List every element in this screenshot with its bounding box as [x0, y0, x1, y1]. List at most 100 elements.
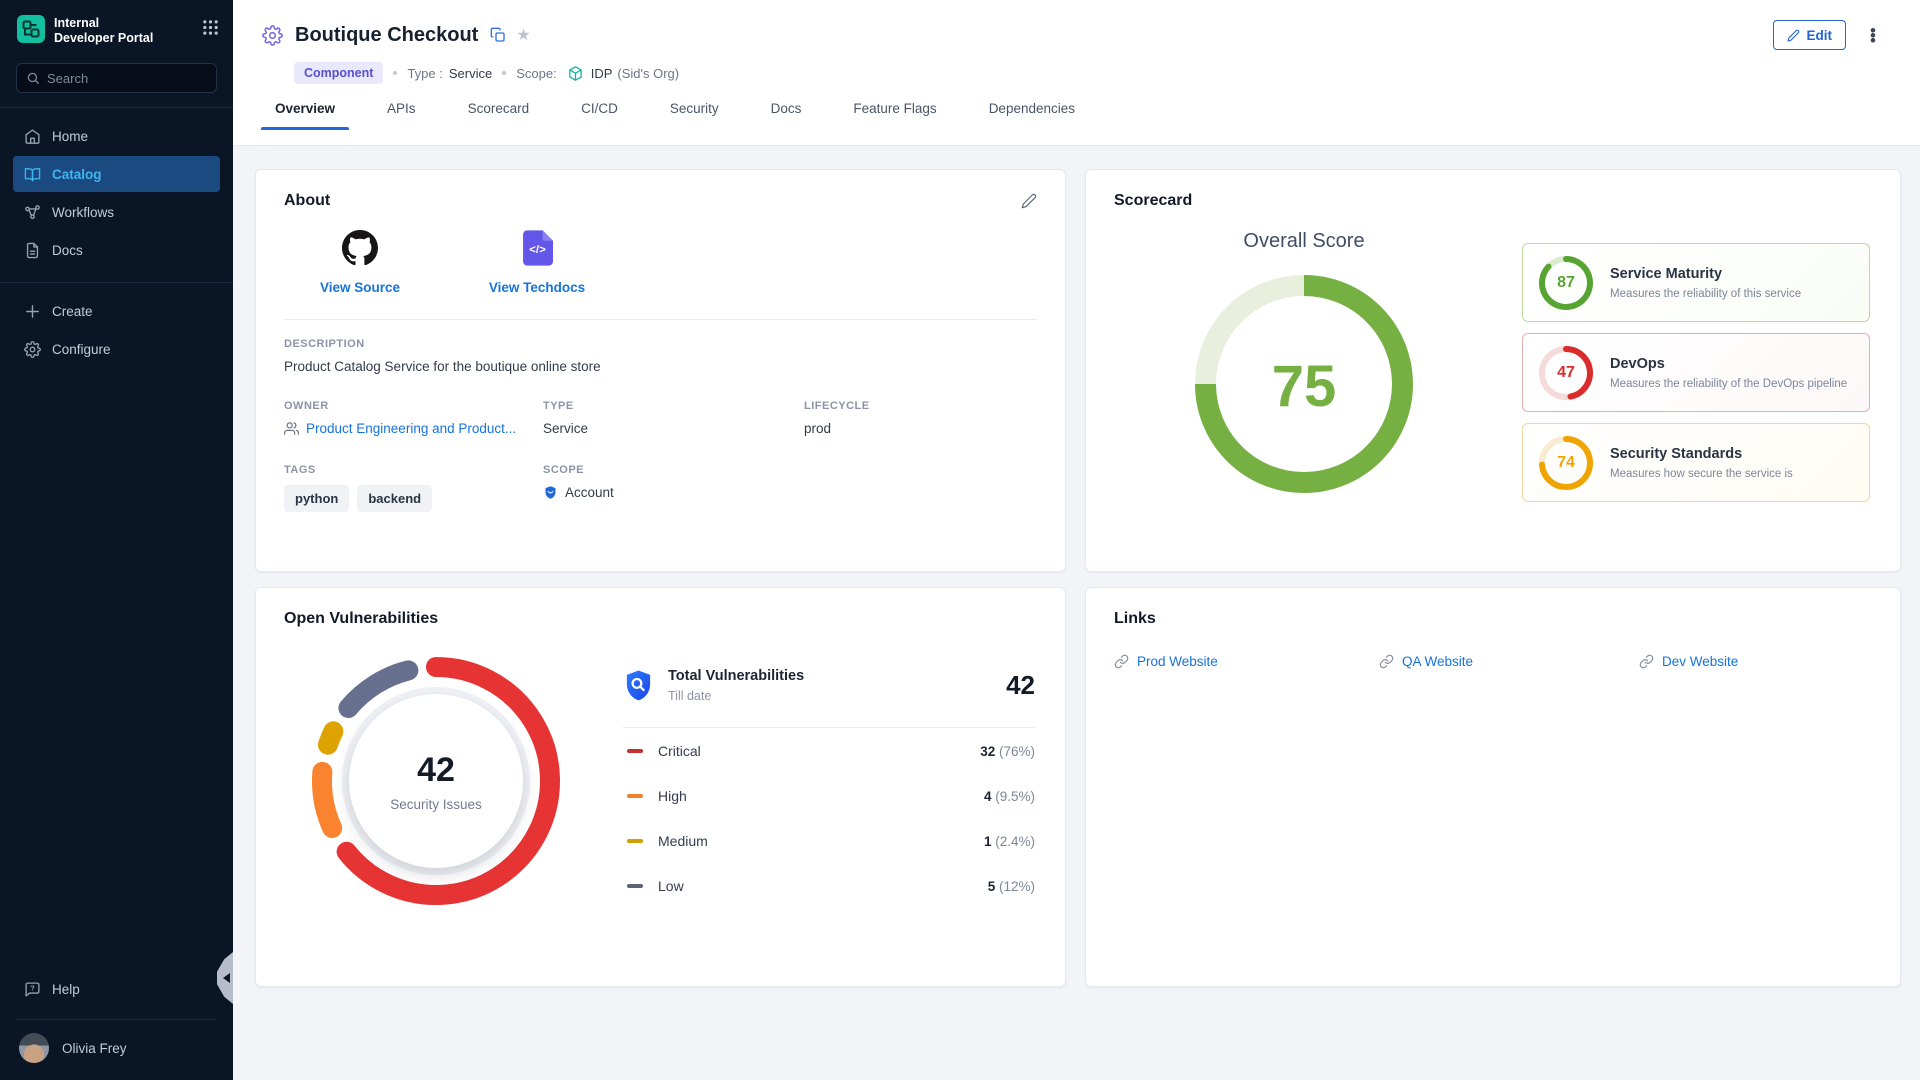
link-icon — [1379, 654, 1394, 669]
divider — [0, 282, 233, 283]
total-vulnerabilities-value: 42 — [1006, 670, 1035, 701]
dot-separator — [502, 71, 506, 75]
vulnerabilities-title: Open Vulnerabilities — [284, 610, 438, 628]
score-desc: Measures how secure the service is — [1610, 468, 1793, 480]
content-area: About View Source </> View Techdocs — [233, 146, 1920, 1080]
help-icon: ? — [24, 981, 41, 998]
legend-row-low: Low 5 (12%) — [623, 863, 1035, 908]
sidebar-item-docs[interactable]: Docs — [13, 232, 220, 268]
tab-scorecard[interactable]: Scorecard — [454, 101, 544, 129]
component-gear-icon — [262, 25, 283, 46]
pencil-icon — [1787, 29, 1800, 42]
sidebar-item-label: Configure — [52, 342, 111, 357]
type-value: Service — [449, 66, 492, 81]
link-icon — [1639, 654, 1654, 669]
sidebar-item-workflows[interactable]: Workflows — [13, 194, 220, 230]
edit-about-icon[interactable] — [1021, 193, 1037, 209]
gear-icon — [24, 341, 41, 358]
overall-score-gauge: 75 — [1195, 275, 1413, 498]
legend-swatch — [627, 884, 643, 889]
sidebar-item-help[interactable]: ? Help — [13, 971, 220, 1007]
kind-badge: Component — [294, 62, 383, 84]
sidebar-item-label: Workflows — [52, 205, 114, 220]
page-header: Boutique Checkout ★ Edit ••• Component T… — [233, 0, 1920, 146]
sidebar-item-label: Create — [52, 304, 93, 319]
sidebar-item-label: Docs — [52, 243, 83, 258]
score-name: DevOps — [1610, 356, 1847, 372]
description-label: DESCRIPTION — [284, 338, 1037, 350]
sidebar-item-home[interactable]: Home — [13, 118, 220, 154]
tab-feature-flags[interactable]: Feature Flags — [839, 101, 950, 129]
copy-icon[interactable] — [490, 27, 506, 43]
tab-apis[interactable]: APIs — [373, 101, 430, 129]
docs-icon — [24, 242, 41, 259]
sidebar-item-label: Catalog — [52, 167, 102, 182]
catalog-icon — [24, 166, 41, 183]
tag-chip[interactable]: backend — [357, 485, 432, 512]
svg-text:?: ? — [30, 984, 34, 992]
scorecard-item-service-maturity[interactable]: 87 Service Maturity Measures the reliabi… — [1522, 243, 1870, 322]
chevron-left-icon — [223, 973, 230, 983]
link-qa-website[interactable]: QA Website — [1379, 654, 1639, 669]
users-icon — [284, 421, 299, 436]
scope-label: Scope: — [516, 66, 556, 81]
sidebar-item-create[interactable]: Create — [13, 293, 220, 329]
logo-row: Internal Developer Portal — [0, 0, 233, 46]
view-source-link[interactable]: View Source — [300, 230, 420, 295]
page-title: Boutique Checkout — [295, 24, 478, 47]
sidebar-item-configure[interactable]: Configure — [13, 331, 220, 367]
user-menu[interactable]: Olivia Frey — [0, 1020, 233, 1080]
tab-cicd[interactable]: CI/CD — [567, 101, 632, 129]
tab-dependencies[interactable]: Dependencies — [975, 101, 1089, 129]
sidebar-search[interactable] — [16, 63, 217, 93]
scorecard-card: Scorecard Overall Score 75 87 — [1085, 169, 1901, 572]
legend-row-high: High 4 (9.5%) — [623, 773, 1035, 818]
github-icon — [342, 230, 378, 266]
plus-icon — [24, 303, 41, 320]
score-value: 47 — [1539, 346, 1593, 400]
sidebar-item-catalog[interactable]: Catalog — [13, 156, 220, 192]
sidebar-bottom: ? Help Olivia Frey — [0, 969, 233, 1080]
shield-search-icon — [623, 669, 654, 703]
edit-button[interactable]: Edit — [1773, 20, 1847, 50]
scope-cube-icon — [567, 65, 584, 82]
sidebar-item-label: Help — [52, 982, 80, 997]
favorite-star-icon[interactable]: ★ — [516, 25, 530, 45]
score-name: Service Maturity — [1610, 266, 1801, 282]
type-label: Type : — [407, 66, 442, 81]
owner-value: Product Engineering and Product... — [306, 421, 516, 436]
link-icon — [1114, 654, 1129, 669]
link-dev-website[interactable]: Dev Website — [1639, 654, 1872, 669]
app-window: Internal Developer Portal Home Catalog W… — [0, 0, 1920, 1080]
techdocs-icon: </> — [522, 230, 553, 266]
tab-overview[interactable]: Overview — [261, 101, 349, 129]
owner-label: OWNER — [284, 400, 543, 412]
dot-separator — [393, 71, 397, 75]
view-techdocs-link[interactable]: </> View Techdocs — [477, 230, 597, 295]
scorecard-item-devops[interactable]: 47 DevOps Measures the reliability of th… — [1522, 333, 1870, 412]
score-desc: Measures the reliability of this service — [1610, 288, 1801, 300]
lifecycle-label: LIFECYCLE — [804, 400, 1037, 412]
tag-chip[interactable]: python — [284, 485, 349, 512]
app-switcher-icon[interactable] — [202, 19, 219, 36]
search-input[interactable] — [47, 71, 197, 86]
links-title: Links — [1114, 610, 1156, 628]
score-name: Security Standards — [1610, 446, 1793, 462]
description-value: Product Catalog Service for the boutique… — [284, 359, 1037, 374]
scorecard-item-security-standards[interactable]: 74 Security Standards Measures how secur… — [1522, 423, 1870, 502]
score-value: 74 — [1539, 436, 1593, 490]
tab-security[interactable]: Security — [656, 101, 733, 129]
tab-docs[interactable]: Docs — [757, 101, 816, 129]
legend-swatch — [627, 794, 643, 799]
scope-value: IDP — [591, 66, 613, 81]
type-field-value: Service — [543, 421, 804, 436]
vulnerabilities-card: Open Vulnerabilities 42 Security Issues — [255, 587, 1066, 987]
avatar — [19, 1033, 49, 1063]
score-desc: Measures the reliability of the DevOps p… — [1610, 378, 1847, 390]
tags-label: TAGS — [284, 464, 543, 476]
more-options-icon[interactable]: ••• — [1866, 28, 1880, 43]
divider — [0, 107, 233, 108]
link-prod-website[interactable]: Prod Website — [1114, 654, 1379, 669]
owner-link[interactable]: Product Engineering and Product... — [284, 421, 543, 436]
sidebar: Internal Developer Portal Home Catalog W… — [0, 0, 233, 1080]
